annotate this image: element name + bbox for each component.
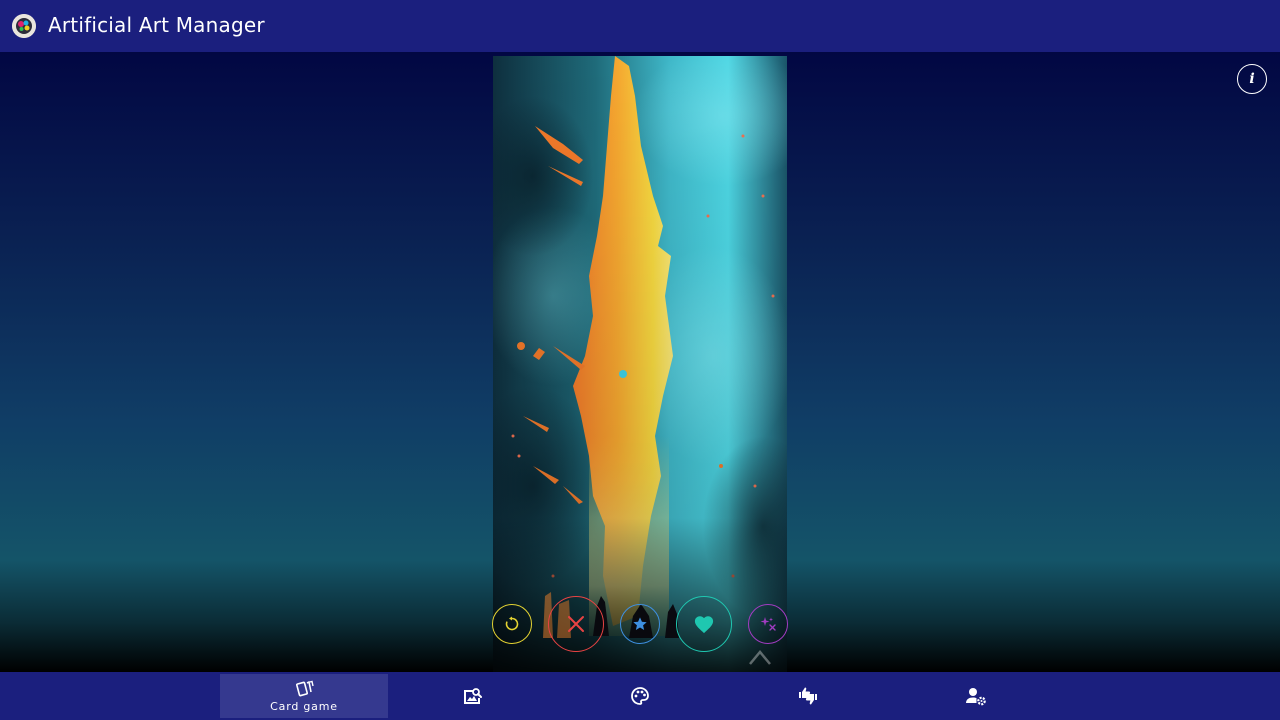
heart-icon xyxy=(694,616,714,634)
nav-image-search[interactable] xyxy=(388,674,556,718)
cards-icon xyxy=(296,680,314,696)
close-icon xyxy=(568,616,584,632)
app-title: Artificial Art Manager xyxy=(48,13,265,37)
star-icon xyxy=(633,617,647,630)
thumbs-up-down-icon xyxy=(799,687,817,705)
app-bar: Artificial Art Manager xyxy=(0,0,1280,52)
artwork-card[interactable] xyxy=(493,56,787,672)
image-search-icon xyxy=(464,688,482,704)
user-settings-icon xyxy=(966,688,986,706)
sparkles-icon xyxy=(760,617,776,631)
like-button[interactable] xyxy=(676,596,732,652)
rewind-button[interactable] xyxy=(492,604,532,644)
nav-card-game[interactable]: Card game xyxy=(220,674,388,718)
palette-icon xyxy=(631,687,649,705)
info-button[interactable]: i xyxy=(1237,64,1267,94)
nav-card-game-label: Card game xyxy=(270,699,338,713)
nav-user-settings[interactable] xyxy=(892,674,1060,718)
palette-logo-icon xyxy=(12,14,36,38)
nav-ratings[interactable] xyxy=(724,674,892,718)
super-like-button[interactable] xyxy=(620,604,660,644)
artwork-image xyxy=(493,56,787,672)
nope-button[interactable] xyxy=(548,596,604,652)
boost-button[interactable] xyxy=(748,604,788,644)
rewind-icon xyxy=(505,616,519,631)
bottom-navigation: Card game xyxy=(0,672,1280,720)
info-icon: i xyxy=(1249,71,1255,87)
card-stage: i xyxy=(0,52,1280,672)
nav-palette[interactable] xyxy=(556,674,724,718)
